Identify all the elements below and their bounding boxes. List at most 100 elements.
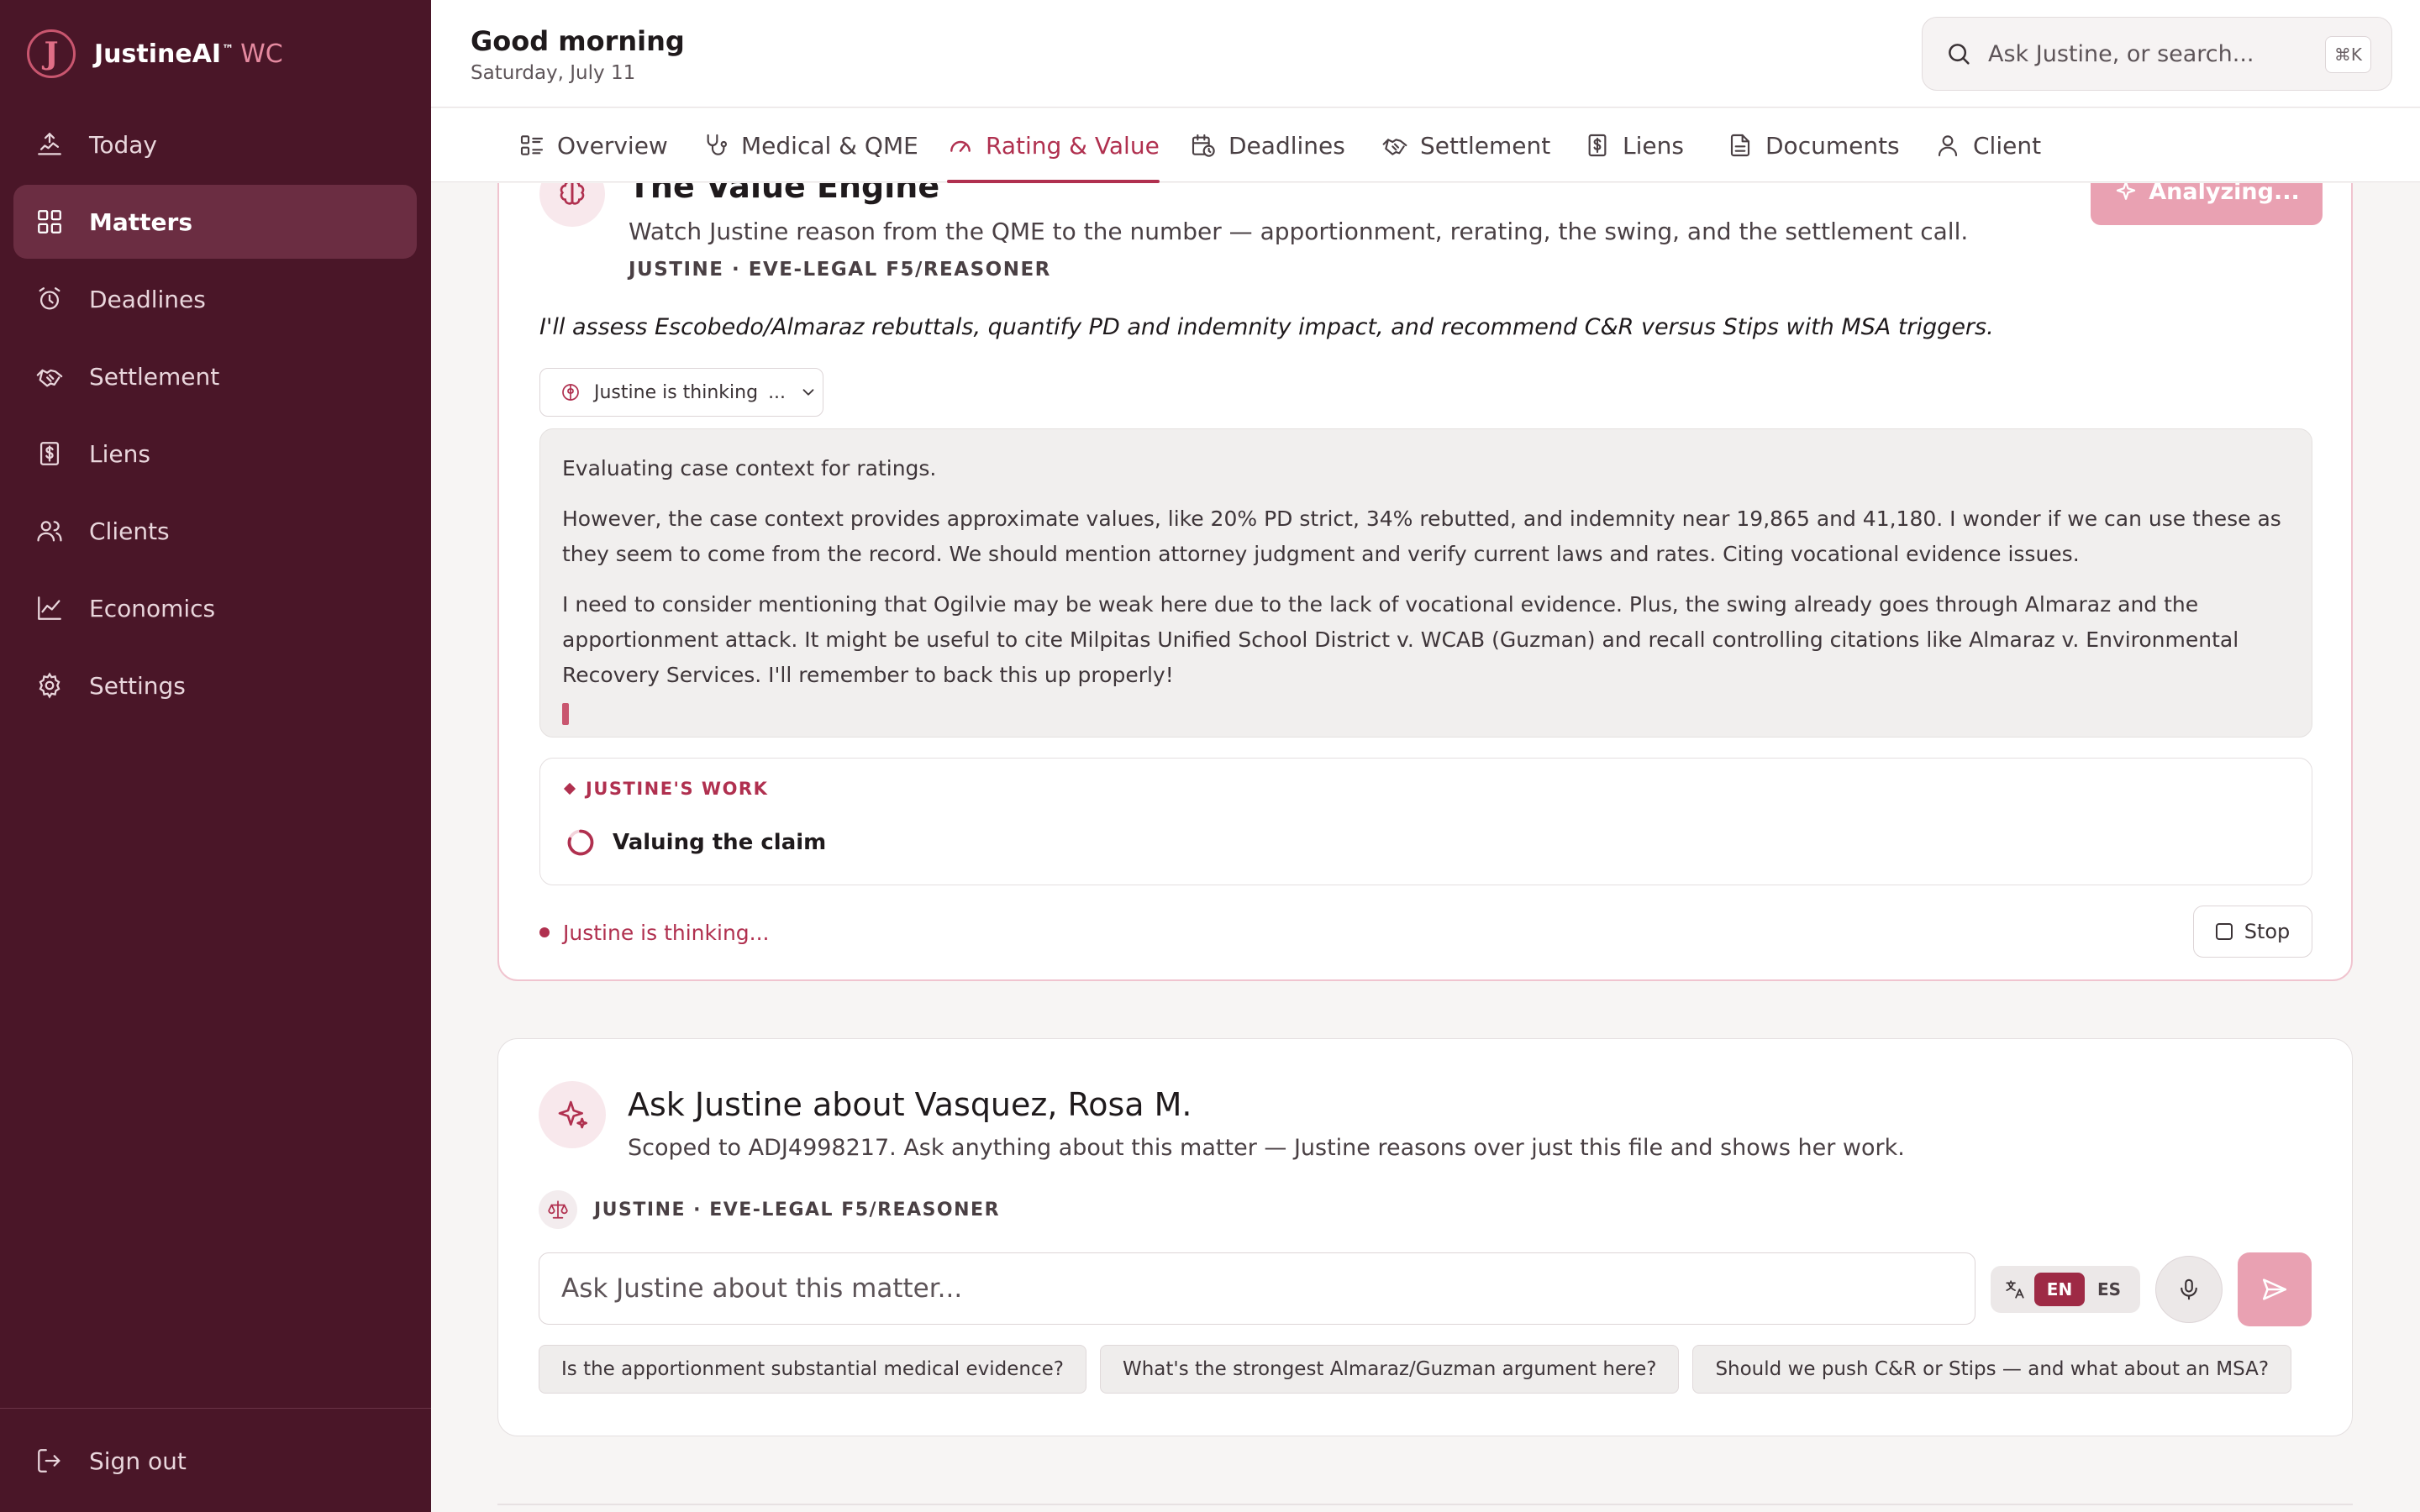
- spinner-icon: [566, 827, 613, 858]
- sidebar-item-label: Liens: [89, 439, 150, 468]
- translate-icon: [2004, 1278, 2026, 1300]
- send-icon: [2260, 1275, 2289, 1304]
- user-icon: [1934, 132, 1973, 159]
- reasoning-paragraph: I need to consider mentioning that Ogilv…: [562, 592, 2239, 687]
- scale-icon: [539, 1190, 577, 1229]
- sparkle-icon: [2113, 183, 2149, 204]
- thinking-status-row: Justine is thinking... Stop: [539, 906, 2312, 959]
- dollar-document-icon: [1584, 132, 1623, 159]
- language-es-button[interactable]: ES: [2085, 1273, 2133, 1306]
- analyze-label: Analyzing...: [2149, 183, 2300, 205]
- engine-subtitle: Watch Justine reason from the QME to the…: [629, 218, 1969, 245]
- sidebar-item-label: Economics: [89, 594, 216, 622]
- handshake-icon: [35, 362, 64, 391]
- suggestion-chip[interactable]: Should we push C&R or Stips — and what a…: [1692, 1345, 2292, 1394]
- tab-deadlines[interactable]: Deadlines: [1190, 108, 1345, 182]
- tab-client[interactable]: Client: [1934, 108, 2041, 182]
- diamond-icon: [563, 782, 576, 795]
- sidebar-item-economics[interactable]: Economics: [13, 571, 417, 645]
- tab-documents[interactable]: Documents: [1727, 108, 1900, 182]
- chevron-down-icon: [799, 383, 818, 402]
- sidebar-item-matters[interactable]: Matters: [13, 185, 417, 259]
- sidebar-item-clients[interactable]: Clients: [13, 494, 417, 568]
- language-en-button[interactable]: EN: [2034, 1273, 2085, 1306]
- microphone-button[interactable]: [2155, 1256, 2223, 1323]
- brain-icon: [560, 382, 581, 402]
- thinking-toggle[interactable]: Justine is thinking ...: [539, 368, 823, 417]
- handshake-icon: [1381, 132, 1420, 159]
- sign-out-icon: [35, 1446, 64, 1475]
- section-divider: [497, 1504, 2353, 1505]
- suggested-questions: Is the apportionment substantial medical…: [539, 1345, 2305, 1394]
- sidebar-item-liens[interactable]: Liens: [13, 417, 417, 491]
- alarm-clock-icon: [35, 285, 64, 313]
- status-dot: [539, 927, 550, 937]
- grid-icon: [35, 207, 64, 236]
- global-search[interactable]: ⌘K: [1922, 17, 2392, 91]
- tab-overview[interactable]: Overview: [518, 108, 668, 182]
- tab-medical-qme[interactable]: Medical & QME: [702, 108, 918, 182]
- ask-justine-card: Ask Justine about Vasquez, Rosa M. Scope…: [497, 1038, 2353, 1436]
- top-header: Good morning Saturday, July 11 ⌘K: [431, 0, 2420, 108]
- document-icon: [1727, 132, 1765, 159]
- tab-settlement[interactable]: Settlement: [1381, 108, 1550, 182]
- streaming-cursor: [562, 703, 569, 725]
- sidebar-item-settlement[interactable]: Settlement: [13, 339, 417, 413]
- sidebar-footer: Sign out: [0, 1408, 431, 1512]
- sign-out-button[interactable]: Sign out: [13, 1427, 417, 1494]
- value-engine-card: The Value Engine Watch Justine reason fr…: [497, 183, 2353, 981]
- engine-title: The Value Engine: [629, 183, 940, 205]
- current-date: Saturday, July 11: [471, 62, 636, 84]
- stop-icon: [2215, 923, 2233, 940]
- search-input[interactable]: [1988, 40, 2316, 67]
- ask-input[interactable]: [539, 1252, 1975, 1325]
- sparkle-icon: [539, 1081, 606, 1148]
- line-chart-icon: [35, 594, 64, 622]
- work-step: Valuing the claim: [566, 827, 826, 858]
- brand[interactable]: J JustineAI™ WC: [27, 27, 283, 81]
- sidebar-item-settings[interactable]: Settings: [13, 648, 417, 722]
- ask-subtitle: Scoped to ADJ4998217. Ask anything about…: [628, 1135, 1905, 1161]
- sidebar-item-label: Deadlines: [89, 285, 206, 313]
- thinking-ellipsis: ...: [768, 381, 786, 403]
- sidebar-item-deadlines[interactable]: Deadlines: [13, 262, 417, 336]
- tab-label: Rating & Value: [986, 131, 1160, 160]
- brand-logo: J: [27, 29, 76, 78]
- suggestion-chip[interactable]: What's the strongest Almaraz/Guzman argu…: [1099, 1345, 1680, 1394]
- thinking-toggle-label: Justine is thinking: [594, 381, 759, 403]
- tab-label: Overview: [557, 131, 668, 160]
- tab-liens[interactable]: Liens: [1584, 108, 1684, 182]
- stethoscope-icon: [702, 132, 741, 159]
- suggestion-chip[interactable]: Is the apportionment substantial medical…: [539, 1345, 1086, 1394]
- sidebar-nav: Today Matters Deadlines Settlement Liens: [13, 108, 417, 726]
- sidebar-item-today[interactable]: Today: [13, 108, 417, 181]
- main-content: The Value Engine Watch Justine reason fr…: [431, 183, 2420, 1512]
- justine-work-panel: JUSTINE'S WORK Valuing the claim: [539, 758, 2312, 885]
- model-tag: JUSTINE · EVE-LEGAL F5/REASONER: [629, 259, 1051, 281]
- today-icon: [35, 130, 64, 159]
- keyboard-shortcut-badge: ⌘K: [2324, 36, 2371, 73]
- work-heading-label: JUSTINE'S WORK: [586, 779, 769, 799]
- language-toggle: EN ES: [1991, 1266, 2140, 1313]
- tab-label: Liens: [1623, 131, 1684, 160]
- dollar-document-icon: [35, 439, 64, 468]
- sidebar-item-label: Settings: [89, 671, 186, 700]
- tab-label: Client: [1973, 131, 2042, 160]
- sidebar-item-label: Clients: [89, 517, 170, 545]
- users-icon: [35, 517, 64, 545]
- reasoning-paragraph: Evaluating case context for ratings.: [562, 456, 937, 480]
- reasoning-paragraph: However, the case context provides appro…: [562, 507, 2281, 566]
- overview-icon: [518, 132, 557, 159]
- stop-button[interactable]: Stop: [2193, 906, 2312, 958]
- analyze-button[interactable]: Analyzing...: [2091, 183, 2323, 225]
- tab-label: Settlement: [1420, 131, 1551, 160]
- microphone-icon: [2176, 1277, 2202, 1302]
- send-button[interactable]: [2238, 1252, 2312, 1326]
- matter-tabs: Overview Medical & QME Rating & Value De…: [431, 108, 2420, 183]
- sidebar-item-label: Matters: [89, 207, 192, 236]
- engine-intro: I'll assess Escobedo/Almaraz rebuttals, …: [539, 314, 1994, 340]
- search-icon: [1944, 39, 1973, 68]
- tab-rating-value[interactable]: Rating & Value: [947, 108, 1160, 183]
- sidebar-item-label: Today: [89, 130, 157, 159]
- sidebar: J JustineAI™ WC Today Matters Deadlines: [0, 0, 431, 1512]
